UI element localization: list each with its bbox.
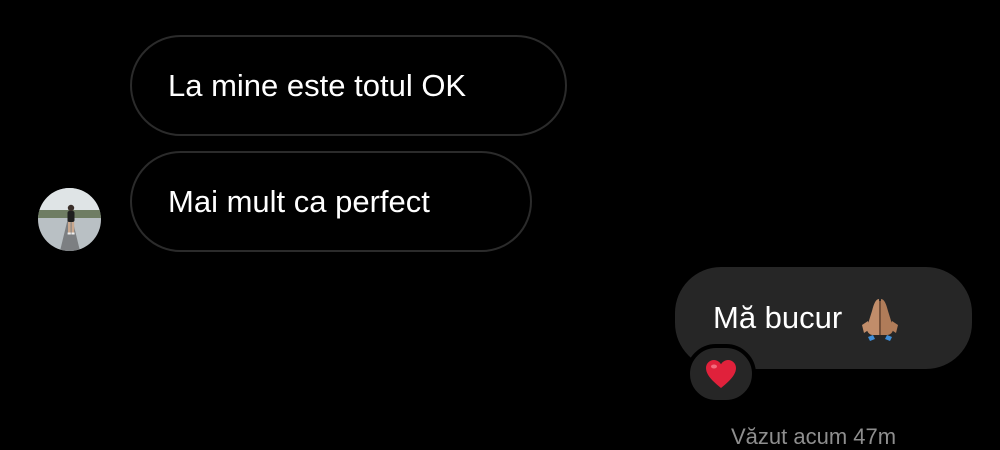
received-message-bubble[interactable]: La mine este totul OK xyxy=(130,35,567,136)
seen-status: Văzut acum 47m xyxy=(731,424,897,449)
profile-photo-avatar-icon xyxy=(38,188,101,251)
folded-hands-icon xyxy=(856,295,904,341)
received-message-bubble[interactable]: Mai mult ca perfect xyxy=(130,151,532,252)
red-heart-icon xyxy=(706,360,736,388)
message-reaction[interactable] xyxy=(686,344,756,404)
message-text: La mine este totul OK xyxy=(168,67,467,103)
message-text: Mă bucur xyxy=(713,300,843,335)
message-text: Mai mult ca perfect xyxy=(168,183,430,219)
sender-avatar[interactable] xyxy=(38,188,101,251)
